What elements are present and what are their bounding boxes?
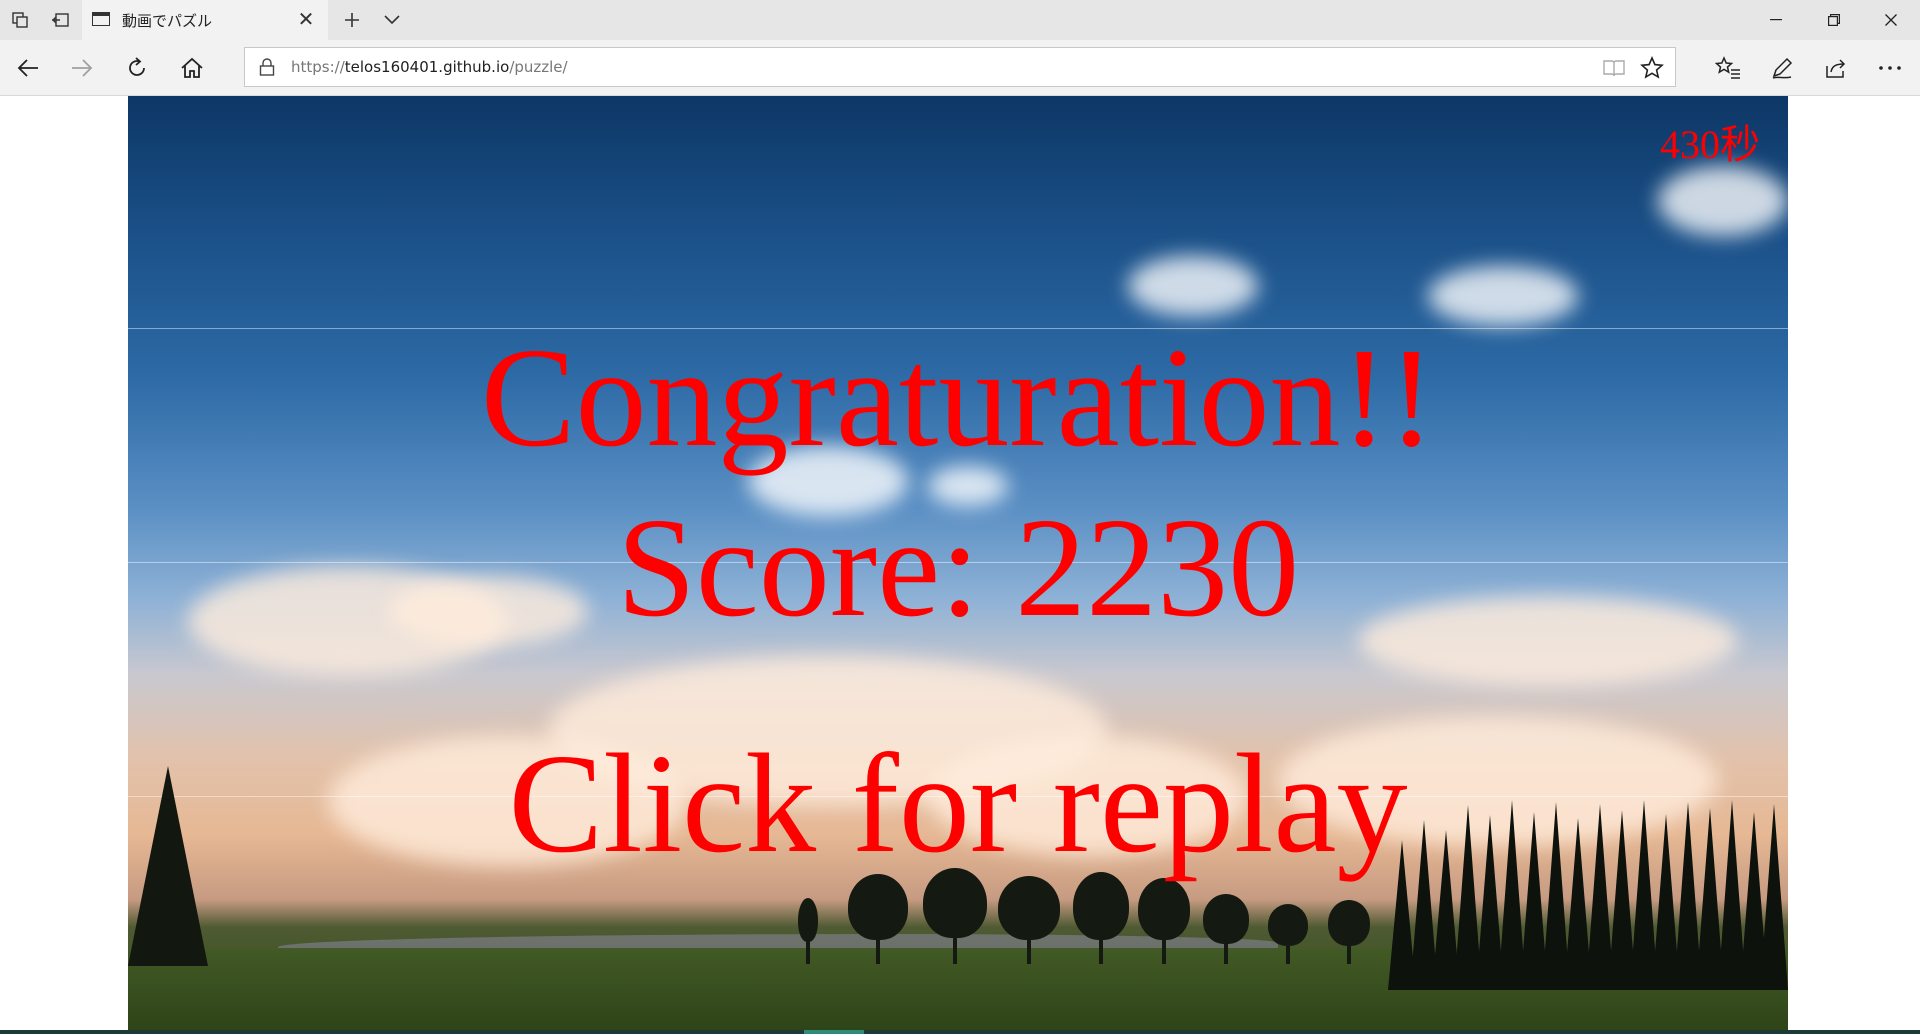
arrow-left-icon bbox=[17, 59, 38, 77]
tree-silhouette bbox=[796, 898, 820, 964]
page-icon bbox=[92, 12, 110, 26]
star-icon bbox=[1640, 56, 1664, 79]
tree-silhouette bbox=[1138, 878, 1190, 964]
close-window-button[interactable] bbox=[1862, 0, 1920, 40]
tab-actions-icon[interactable] bbox=[0, 0, 40, 40]
cloud bbox=[1128, 256, 1258, 316]
pen-icon bbox=[1772, 57, 1793, 79]
back-button[interactable] bbox=[8, 48, 48, 88]
refresh-icon bbox=[129, 57, 145, 76]
set-aside-tabs-icon[interactable] bbox=[40, 0, 80, 40]
book-icon bbox=[1603, 60, 1625, 77]
chevron-down-icon[interactable] bbox=[372, 0, 412, 40]
reading-view-button[interactable] bbox=[1597, 51, 1631, 85]
favorites-hub-button[interactable] bbox=[1708, 48, 1748, 88]
share-icon bbox=[1826, 59, 1846, 78]
address-bar[interactable]: https://telos160401.github.io/puzzle/ bbox=[244, 47, 1676, 87]
cloud bbox=[1428, 266, 1578, 326]
home-icon bbox=[181, 57, 203, 78]
taskbar-edge bbox=[0, 1030, 1920, 1034]
ellipsis-icon bbox=[1879, 66, 1901, 70]
tree-silhouette bbox=[1073, 872, 1129, 964]
tree-silhouette bbox=[1268, 904, 1308, 964]
score-display: Score: 2230 bbox=[616, 488, 1300, 646]
tab-active[interactable]: 動画でパズル ✕ bbox=[82, 0, 328, 40]
home-button[interactable] bbox=[172, 48, 212, 88]
replay-prompt[interactable]: Click for replay bbox=[128, 732, 1788, 874]
refresh-button[interactable] bbox=[117, 48, 157, 88]
forward-button[interactable] bbox=[62, 48, 102, 88]
web-page: 430秒 Congraturation!! Score: 2230 Click … bbox=[0, 96, 1920, 1034]
favorite-button[interactable] bbox=[1635, 51, 1669, 85]
url-scheme: https:// bbox=[291, 58, 345, 76]
url-path: /puzzle/ bbox=[509, 58, 568, 76]
navigation-bar: https://telos160401.github.io/puzzle/ bbox=[0, 40, 1920, 96]
tree-silhouette bbox=[1203, 894, 1249, 964]
tree-silhouette bbox=[848, 874, 908, 964]
cloud bbox=[1658, 166, 1788, 236]
share-button[interactable] bbox=[1816, 48, 1856, 88]
restore-icon bbox=[1828, 14, 1840, 26]
lock-icon bbox=[259, 58, 275, 76]
taskbar-active-indicator bbox=[804, 1030, 864, 1034]
star-list-icon bbox=[1715, 56, 1740, 79]
notes-button[interactable] bbox=[1762, 48, 1802, 88]
tree-silhouette bbox=[923, 868, 987, 964]
timer-display: 430秒 bbox=[1660, 122, 1760, 167]
tree-silhouette bbox=[998, 876, 1060, 964]
title-bar: 動画でパズル ✕ bbox=[0, 0, 1920, 40]
minimize-button[interactable] bbox=[1747, 0, 1805, 40]
minimize-icon bbox=[1770, 19, 1782, 21]
congratulation-message: Congraturation!! bbox=[480, 318, 1436, 476]
restore-button[interactable] bbox=[1805, 0, 1863, 40]
arrow-right-icon bbox=[72, 59, 93, 77]
tab-title: 動画でパズル bbox=[122, 12, 213, 30]
more-button[interactable] bbox=[1870, 48, 1910, 88]
close-icon bbox=[1885, 14, 1897, 26]
close-tab-icon[interactable]: ✕ bbox=[294, 7, 318, 31]
puzzle-game-canvas[interactable]: 430秒 Congraturation!! Score: 2230 Click … bbox=[128, 96, 1788, 1030]
plus-icon[interactable] bbox=[332, 0, 372, 40]
tree-silhouette bbox=[1328, 900, 1370, 964]
url-text[interactable]: https://telos160401.github.io/puzzle/ bbox=[291, 58, 568, 76]
url-host: telos160401.github.io bbox=[344, 58, 510, 76]
